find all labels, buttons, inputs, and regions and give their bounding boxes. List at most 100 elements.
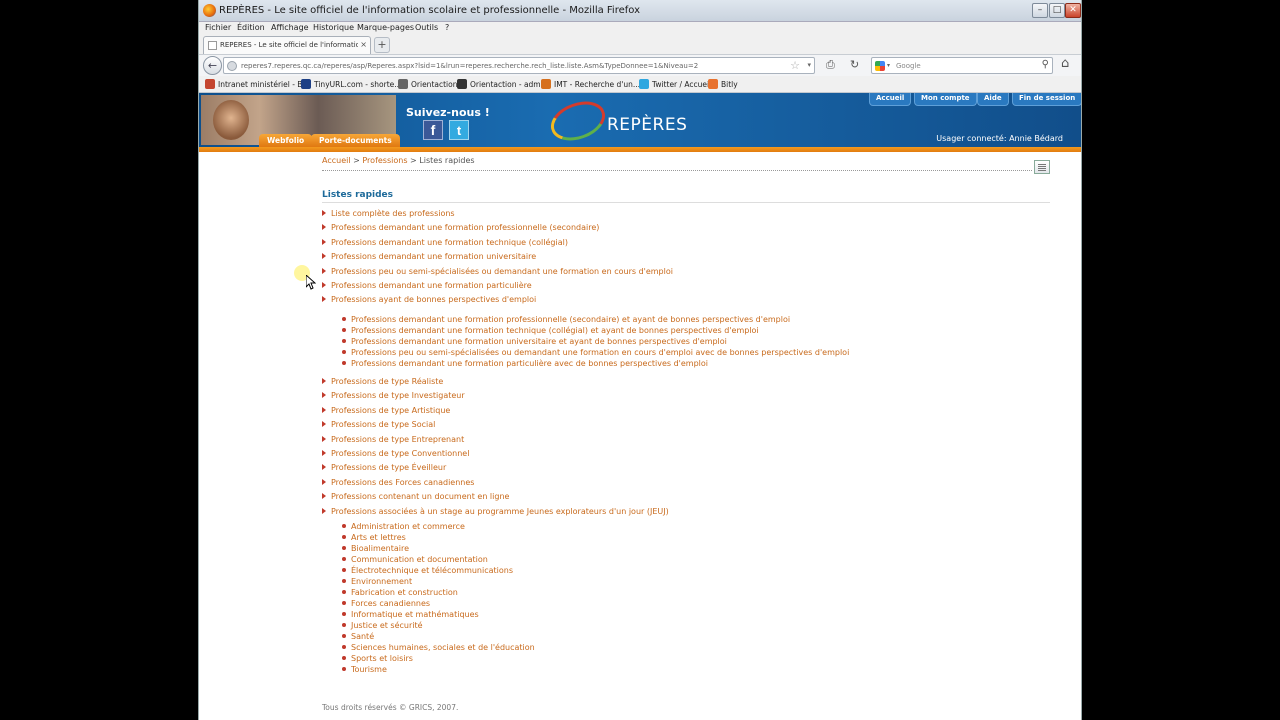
list-item-label[interactable]: Professions demandant une formation prof… xyxy=(331,223,599,232)
sublist-item[interactable]: Électrotechnique et télécommunications xyxy=(342,566,513,575)
list-item-label[interactable]: Professions de type Investigateur xyxy=(331,391,465,400)
list-item-label[interactable]: Fabrication et construction xyxy=(351,588,458,597)
bookmark-item[interactable]: TinyURL.com - shorte... xyxy=(301,79,401,89)
sublist-item[interactable]: Bioalimentaire xyxy=(342,544,409,553)
maximize-button[interactable]: □ xyxy=(1049,3,1065,18)
url-dropdown-icon[interactable]: ▾ xyxy=(807,61,811,69)
menu-affichage[interactable]: Affichage xyxy=(271,23,309,32)
url-text[interactable]: reperes7.reperes.qc.ca/reperes/asp/Reper… xyxy=(241,62,698,70)
breadcrumb-professions[interactable]: Professions xyxy=(362,156,407,165)
list-item[interactable]: Professions de type Social xyxy=(322,420,435,429)
list-item-label[interactable]: Professions de type Conventionnel xyxy=(331,449,469,458)
list-item[interactable]: Professions de type Entreprenant xyxy=(322,435,464,444)
list-item[interactable]: Professions associées à un stage au prog… xyxy=(322,507,669,516)
reload-icon[interactable]: ↻ xyxy=(850,58,859,71)
link-mon-compte[interactable]: Mon compte xyxy=(914,93,977,106)
sublist-item[interactable]: Arts et lettres xyxy=(342,533,406,542)
sublist-item[interactable]: Professions demandant une formation prof… xyxy=(342,315,790,324)
list-item-label[interactable]: Professions demandant une formation part… xyxy=(331,281,532,290)
list-item-label[interactable]: Informatique et mathématiques xyxy=(351,610,479,619)
list-item[interactable]: Professions contenant un document en lig… xyxy=(322,492,509,501)
tab-webfolio[interactable]: Webfolio xyxy=(259,134,313,147)
list-item-label[interactable]: Arts et lettres xyxy=(351,533,406,542)
list-item-label[interactable]: Professions demandant une formation part… xyxy=(351,359,708,368)
site-identity-icon[interactable] xyxy=(227,61,237,71)
browser-tab[interactable]: REPÈRES - Le site officiel de l'informat… xyxy=(203,36,371,54)
menu-outils[interactable]: Outils xyxy=(415,23,438,32)
list-item-label[interactable]: Forces canadiennes xyxy=(351,599,430,608)
list-item-label[interactable]: Professions de type Social xyxy=(331,420,435,429)
list-item[interactable]: Professions demandant une formation tech… xyxy=(322,238,568,247)
sublist-item[interactable]: Forces canadiennes xyxy=(342,599,430,608)
home-icon[interactable]: ⌂ xyxy=(1061,56,1069,71)
list-item-label[interactable]: Professions associées à un stage au prog… xyxy=(331,507,669,516)
list-item-label[interactable]: Professions demandant une formation tech… xyxy=(351,326,759,335)
new-tab-button[interactable]: + xyxy=(374,37,390,53)
list-item-label[interactable]: Sciences humaines, sociales et de l'éduc… xyxy=(351,643,535,652)
link-aide[interactable]: Aide xyxy=(977,93,1009,106)
bookmark-item[interactable]: Twitter / Accueil xyxy=(639,79,711,89)
list-item-label[interactable]: Professions peu ou semi-spécialisées ou … xyxy=(351,348,849,357)
list-item[interactable]: Professions de type Investigateur xyxy=(322,391,465,400)
list-item-label[interactable]: Professions demandant une formation prof… xyxy=(351,315,790,324)
list-item[interactable]: Professions demandant une formation part… xyxy=(322,281,532,290)
sublist-item[interactable]: Sports et loisirs xyxy=(342,654,413,663)
list-item-label[interactable]: Professions demandant une formation univ… xyxy=(331,252,536,261)
list-item[interactable]: Professions ayant de bonnes perspectives… xyxy=(322,295,536,304)
sublist-item[interactable]: Informatique et mathématiques xyxy=(342,610,479,619)
sublist-item[interactable]: Administration et commerce xyxy=(342,522,465,531)
list-item[interactable]: Professions de type Réaliste xyxy=(322,377,443,386)
menu-historique[interactable]: Historique xyxy=(313,23,354,32)
list-item[interactable]: Professions demandant une formation univ… xyxy=(322,252,536,261)
search-icon[interactable]: ⚲ xyxy=(1042,59,1049,70)
list-item-label[interactable]: Justice et sécurité xyxy=(351,621,423,630)
list-item-label[interactable]: Professions de type Artistique xyxy=(331,406,450,415)
sublist-item[interactable]: Tourisme xyxy=(342,665,387,674)
list-item-label[interactable]: Professions contenant un document en lig… xyxy=(331,492,509,501)
bookmark-item[interactable]: Intranet ministériel - B... xyxy=(205,79,310,89)
close-window-button[interactable]: ✕ xyxy=(1065,3,1081,18)
menu-fichier[interactable]: Fichier xyxy=(205,23,231,32)
breadcrumb-accueil[interactable]: Accueil xyxy=(322,156,351,165)
menu-help[interactable]: ? xyxy=(445,23,449,32)
bookmark-item[interactable]: Bitly xyxy=(708,79,738,89)
bookmark-item[interactable]: Orientaction - admin xyxy=(457,79,547,89)
list-item-label[interactable]: Sports et loisirs xyxy=(351,654,413,663)
list-item-label[interactable]: Santé xyxy=(351,632,374,641)
bookmark-star-icon[interactable]: ☆ xyxy=(790,59,800,72)
list-item-label[interactable]: Liste complète des professions xyxy=(331,209,455,218)
minimize-button[interactable]: – xyxy=(1032,3,1048,18)
close-tab-icon[interactable]: × xyxy=(360,40,367,49)
back-button[interactable]: ← xyxy=(203,56,222,75)
sublist-item[interactable]: Communication et documentation xyxy=(342,555,488,564)
search-box[interactable]: ▾ Google ⚲ xyxy=(871,57,1053,74)
sublist-item[interactable]: Sciences humaines, sociales et de l'éduc… xyxy=(342,643,535,652)
sublist-item[interactable]: Fabrication et construction xyxy=(342,588,458,597)
facebook-icon[interactable]: f xyxy=(423,120,443,140)
sublist-item[interactable]: Santé xyxy=(342,632,374,641)
list-item[interactable]: Professions de type Artistique xyxy=(322,406,450,415)
link-fin-de-session[interactable]: Fin de session xyxy=(1012,93,1081,106)
engine-dropdown-icon[interactable]: ▾ xyxy=(887,62,890,69)
list-item-label[interactable]: Professions ayant de bonnes perspectives… xyxy=(331,295,536,304)
list-item-label[interactable]: Tourisme xyxy=(351,665,387,674)
menu-marque-pages[interactable]: Marque-pages xyxy=(357,23,414,32)
list-item[interactable]: Professions peu ou semi-spécialisées ou … xyxy=(322,267,673,276)
sublist-item[interactable]: Professions demandant une formation tech… xyxy=(342,326,759,335)
list-item-label[interactable]: Administration et commerce xyxy=(351,522,465,531)
list-item-label[interactable]: Professions peu ou semi-spécialisées ou … xyxy=(331,267,673,276)
sublist-item[interactable]: Environnement xyxy=(342,577,412,586)
list-item-label[interactable]: Professions demandant une formation tech… xyxy=(331,238,568,247)
list-item-label[interactable]: Professions des Forces canadiennes xyxy=(331,478,474,487)
list-item-label[interactable]: Professions de type Éveilleur xyxy=(331,463,446,472)
list-item-label[interactable]: Professions de type Réaliste xyxy=(331,377,443,386)
list-item[interactable]: Professions de type Éveilleur xyxy=(322,463,446,472)
list-item[interactable]: Professions des Forces canadiennes xyxy=(322,478,474,487)
sublist-item[interactable]: Justice et sécurité xyxy=(342,621,423,630)
sublist-item[interactable]: Professions demandant une formation part… xyxy=(342,359,708,368)
list-item-label[interactable]: Professions de type Entreprenant xyxy=(331,435,464,444)
list-item[interactable]: Professions demandant une formation prof… xyxy=(322,223,599,232)
url-bar[interactable]: reperes7.reperes.qc.ca/reperes/asp/Reper… xyxy=(223,57,815,74)
bookmark-item[interactable]: Orientaction xyxy=(398,79,457,89)
list-item-label[interactable]: Bioalimentaire xyxy=(351,544,409,553)
